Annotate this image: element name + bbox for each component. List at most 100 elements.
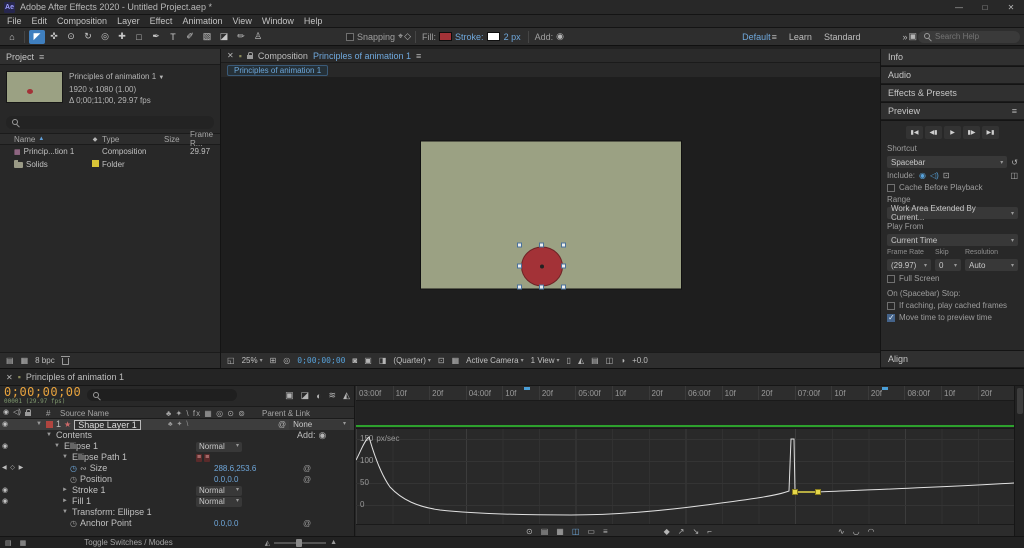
pixel-aspect-icon[interactable]: ▯ <box>567 356 571 365</box>
workspace-learn-tab[interactable]: Learn <box>789 32 812 42</box>
timeline-button-icon[interactable]: ▤ <box>591 356 599 365</box>
snap-icon[interactable]: ◫ <box>572 527 580 536</box>
menu-effect[interactable]: Effect <box>145 16 178 26</box>
menu-edit[interactable]: Edit <box>27 16 53 26</box>
layer-switches-icons[interactable]: ♣ ✦ \ <box>168 419 189 430</box>
item-name[interactable]: Solids <box>26 160 48 169</box>
twirl-open-icon[interactable]: ▼ <box>36 419 43 430</box>
close-button[interactable]: ✕ <box>998 0 1024 14</box>
fill-swatch[interactable] <box>439 32 453 41</box>
workspace-default-tab[interactable]: Default <box>742 32 771 42</box>
pen-tool-icon[interactable]: ✒ <box>148 30 164 44</box>
mask-visibility-icon[interactable]: ◎ <box>283 356 290 365</box>
zoom-in-mountain-icon[interactable]: ▲ <box>330 539 337 546</box>
selection-handle[interactable] <box>560 263 566 268</box>
show-snapshot-icon[interactable]: ▣ <box>364 356 372 365</box>
selection-tool-icon[interactable]: ◤ <box>29 29 45 44</box>
view-layout-dropdown[interactable]: 1 View ▾ <box>531 356 560 365</box>
fast-previews-icon[interactable]: ◭ <box>578 356 584 365</box>
anchor-point-value[interactable]: 0.0,0.0 <box>214 518 238 529</box>
include-video-eye-icon[interactable]: ◉ <box>919 171 926 180</box>
audio-panel-header[interactable]: Audio <box>881 67 1024 84</box>
brush-tool-icon[interactable]: ✐ <box>182 30 198 44</box>
camera-tool-icon[interactable]: ◎ <box>97 30 113 44</box>
stroke-width-value[interactable]: 2 px <box>504 32 521 42</box>
stroke-label[interactable]: Stroke: <box>455 32 484 42</box>
project-row-solids[interactable]: Solids Folder <box>0 158 220 171</box>
twirl-open-icon[interactable]: ▼ <box>46 430 53 441</box>
property-label[interactable]: Transform: Ellipse 1 <box>72 507 152 518</box>
keyframe-velocity-icon[interactable]: ↘ <box>692 527 699 536</box>
speed-graph[interactable]: 150 px/sec 100 50 0 <box>356 429 1015 524</box>
close-tab-icon[interactable]: ✕ <box>227 51 234 60</box>
eye-icon[interactable]: ◉ <box>2 441 8 452</box>
full-screen-checkbox[interactable] <box>887 274 895 283</box>
constrain-link-icon[interactable]: ∾ <box>80 463 87 474</box>
timeline-vertical-scrollbar[interactable] <box>1014 386 1024 536</box>
column-type[interactable]: Type <box>102 135 164 144</box>
audio-column-speaker-icon[interactable]: ◁) <box>13 408 21 416</box>
interpret-footage-icon[interactable]: ▤ <box>6 356 14 365</box>
zoom-out-mountain-icon[interactable]: ◭ <box>265 539 270 547</box>
auto-zoom-icon[interactable]: ▭ <box>587 527 595 536</box>
stopwatch-icon[interactable]: ◷ <box>70 518 77 529</box>
anchor-point[interactable] <box>539 264 544 268</box>
shortcut-dropdown[interactable]: Spacebar ▾ <box>887 156 1008 168</box>
blend-mode-dropdown[interactable]: Normal ▾ <box>196 485 242 496</box>
cache-before-playback-checkbox[interactable] <box>887 183 895 192</box>
layer-label-chip[interactable] <box>46 421 53 428</box>
maximize-button[interactable]: □ <box>972 0 998 14</box>
previous-frame-button[interactable]: ◀▮ <box>925 126 942 139</box>
column-size[interactable]: Size <box>164 135 190 144</box>
column-layer-number[interactable]: # <box>46 409 50 418</box>
clone-stamp-tool-icon[interactable]: ▧ <box>199 30 215 44</box>
project-bit-depth[interactable]: 8 bpc <box>35 356 55 365</box>
property-row-anchor-point[interactable]: ◷ Anchor Point 0.0,0.0 @ <box>0 518 354 529</box>
column-source-name[interactable]: Source Name <box>60 409 109 418</box>
eraser-tool-icon[interactable]: ◪ <box>216 30 232 44</box>
zoom-tool-icon[interactable]: ⊙ <box>63 30 79 44</box>
snapshot-icon[interactable]: ◙ <box>352 356 357 365</box>
play-cached-frames-checkbox[interactable] <box>887 301 895 310</box>
timeline-tab-name[interactable]: Principles of animation 1 <box>26 372 124 382</box>
easy-ease-icon[interactable]: ∿ <box>838 527 845 536</box>
property-label[interactable]: Ellipse Path 1 <box>72 452 127 463</box>
composition-frame[interactable] <box>420 141 681 289</box>
help-search-box[interactable] <box>918 30 1020 43</box>
timeline-search-box[interactable] <box>87 389 238 401</box>
eye-icon[interactable]: ◉ <box>2 485 8 496</box>
project-row-composition[interactable]: ▦ Princip...tion 1 Composition 29.97 <box>0 145 220 158</box>
scrollbar-thumb[interactable] <box>1017 388 1023 414</box>
layer-row-shape-layer-1[interactable]: ◉ ▼ 1 ★ Shape Layer 1 ♣ ✦ \ @ None ▾ <box>0 419 354 430</box>
puppet-pin-tool-icon[interactable]: ♙ <box>250 30 266 44</box>
separate-dimensions-icon[interactable]: ◆ <box>664 527 670 536</box>
property-label[interactable]: Position <box>80 474 112 485</box>
preview-panel-header[interactable]: Preview ≡ <box>881 103 1024 120</box>
keyframe-dot[interactable] <box>815 489 821 495</box>
project-search-box[interactable] <box>6 116 214 129</box>
include-overlays-icon[interactable]: ⊡ <box>943 171 950 180</box>
first-frame-button[interactable]: ▮◀ <box>906 126 923 139</box>
property-label[interactable]: Contents <box>56 430 92 441</box>
roto-brush-tool-icon[interactable]: ✏ <box>233 30 249 44</box>
property-row-ellipse-1[interactable]: ◉ ▼ Ellipse 1 Normal ▾ <box>0 441 354 452</box>
twirl-closed-icon[interactable]: ► <box>62 485 69 496</box>
expand-layers-icon[interactable]: ▤ <box>5 539 12 547</box>
panel-menu-icon[interactable]: ≡ <box>416 51 421 61</box>
pickwhip-icon[interactable]: @ <box>303 463 311 474</box>
path-direction-icon[interactable]: ≡ <box>196 453 203 462</box>
add-property-icon[interactable]: ◉ <box>319 430 327 441</box>
property-row-size[interactable]: ◀ ◇ ▶ ◷ ∾ Size 288.6,253.6 @ <box>0 463 354 474</box>
composition-tab-label[interactable]: Composition <box>258 51 308 61</box>
help-search-input[interactable] <box>935 32 1015 41</box>
composition-mini-flowchart-icon[interactable]: ▣ <box>285 390 294 401</box>
snap-options-icon[interactable]: ◇ <box>404 31 411 42</box>
eye-icon[interactable]: ◉ <box>2 419 8 430</box>
menu-window[interactable]: Window <box>257 16 299 26</box>
text-tool-icon[interactable]: T <box>165 30 181 44</box>
path-direction-icon[interactable]: ≡ <box>204 453 211 462</box>
close-tab-icon[interactable]: ✕ <box>6 373 13 382</box>
property-label[interactable]: Anchor Point <box>80 518 132 529</box>
snapping-checkbox[interactable] <box>346 32 354 41</box>
stopwatch-icon[interactable]: ◷ <box>70 474 77 485</box>
